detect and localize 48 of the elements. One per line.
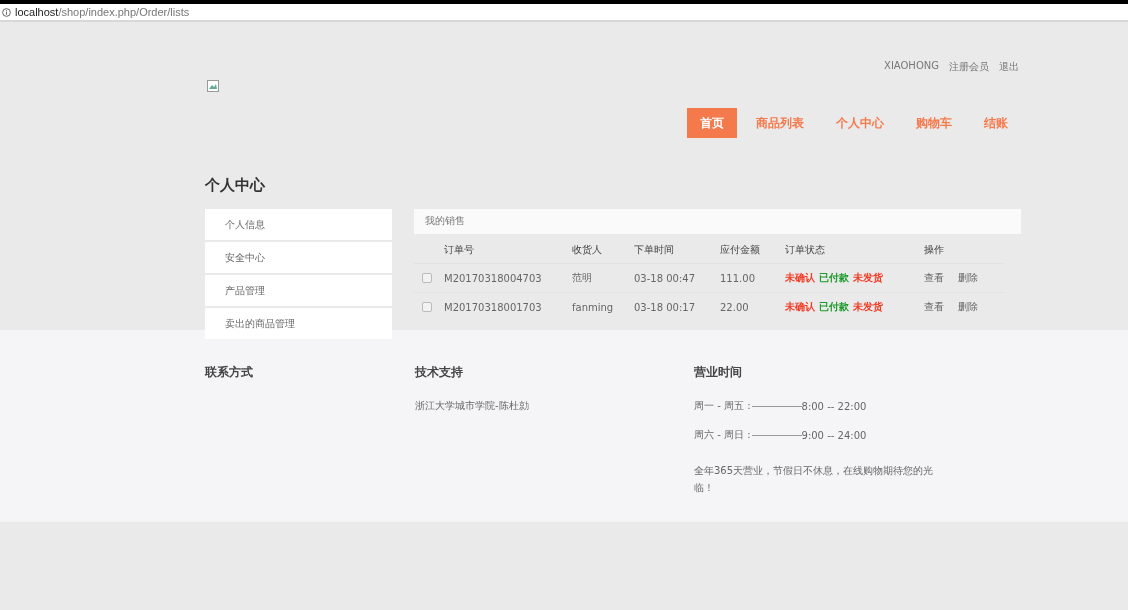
action-link[interactable]: 查看	[924, 272, 944, 283]
footer-heading: 营业时间	[694, 364, 743, 381]
row-checkbox[interactable]	[422, 302, 432, 312]
column-header: 操作	[924, 244, 944, 255]
row-checkbox[interactable]	[422, 273, 432, 283]
page-title: 个人中心	[205, 176, 266, 195]
broken-image-icon	[207, 80, 219, 92]
receiver-name: 范明	[572, 272, 592, 283]
footer-heading: 联系方式	[205, 364, 254, 381]
column-header: 订单号	[444, 244, 474, 255]
column-header: 订单状态	[785, 244, 825, 255]
hours-note: 全年365天营业，节假日不休息，在线购物期待您的光临！	[694, 464, 934, 495]
user-link[interactable]: 退出	[999, 60, 1019, 74]
info-icon[interactable]	[2, 7, 11, 17]
status-label: 未发货	[853, 272, 883, 283]
footer-heading: 技术支持	[415, 364, 464, 381]
order-number: M20170318001703	[444, 301, 542, 313]
action-link[interactable]: 查看	[924, 301, 944, 312]
sidebar-item[interactable]: 安全中心	[205, 242, 392, 273]
action-link[interactable]: 删除	[958, 272, 978, 283]
column-header: 下单时间	[634, 244, 674, 255]
status-label: 未确认	[785, 272, 815, 283]
sidebar-item[interactable]: 产品管理	[205, 275, 392, 306]
hours-text: 9:00 -- 24:00	[801, 429, 867, 441]
status-label: 已付款	[819, 301, 849, 312]
status-label: 已付款	[819, 272, 849, 283]
sidebar-item[interactable]: 卖出的商品管理	[205, 308, 392, 339]
hours-text: 8:00 -- 22:00	[801, 400, 867, 412]
order-time: 03-18 00:17	[634, 301, 696, 313]
url-text[interactable]: localhost/shop/index.php/Order/lists	[15, 6, 190, 18]
amount: 22.00	[720, 301, 749, 313]
action-link[interactable]: 删除	[958, 301, 978, 312]
days-label: 周六 - 周日 :	[694, 428, 751, 442]
days-label: 周一 - 周五 :	[694, 399, 751, 413]
order-number: M20170318004703	[444, 272, 542, 284]
status-label: 未发货	[853, 301, 883, 312]
status-label: 未确认	[785, 301, 815, 312]
column-header: 应付金额	[720, 244, 760, 255]
receiver-name: fanming	[572, 301, 614, 313]
sidebar-item[interactable]: 个人信息	[205, 209, 392, 240]
column-header: 收货人	[572, 244, 602, 255]
user-link[interactable]: XIAOHONG	[884, 60, 939, 74]
order-time: 03-18 00:47	[634, 272, 696, 284]
amount: 111.00	[720, 272, 755, 284]
support-text: 浙江大学城市学院-陈杜勍	[415, 399, 530, 413]
user-link[interactable]: 注册会员	[949, 60, 989, 74]
panel-title: 我的销售	[414, 209, 1021, 234]
nav-link[interactable]: 首页	[687, 108, 737, 138]
